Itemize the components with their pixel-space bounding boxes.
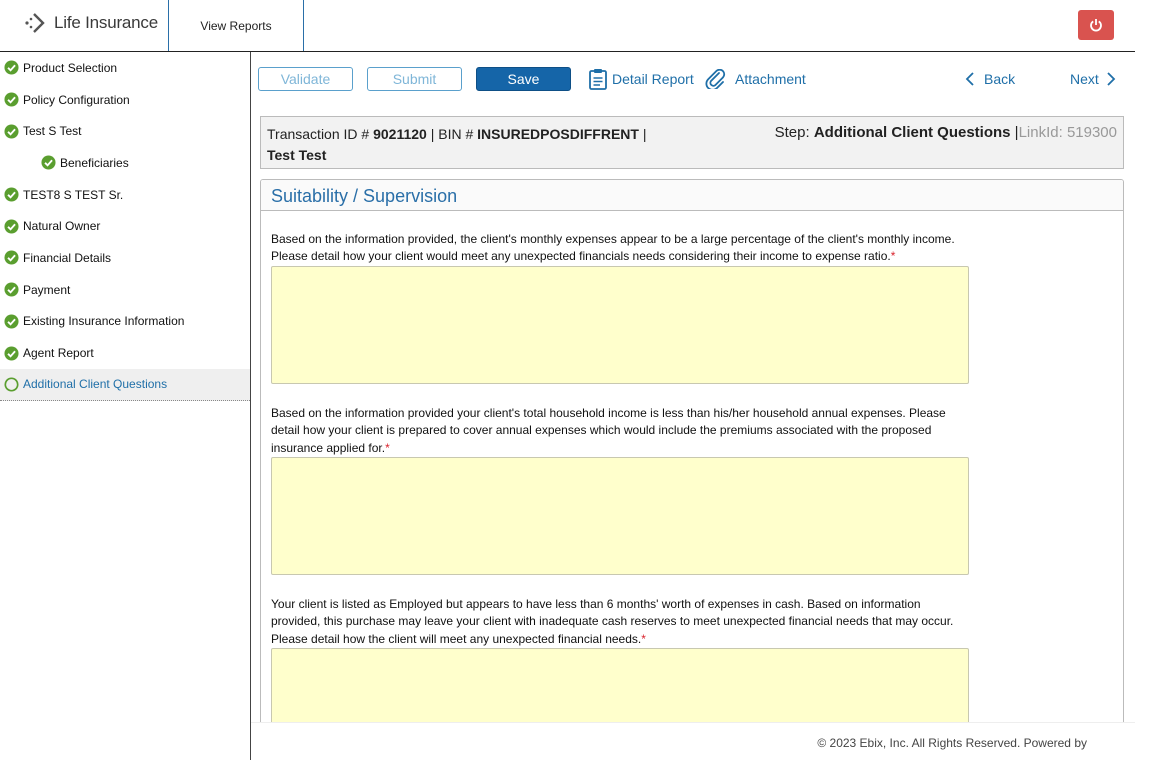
copyright-text: © 2023 Ebix, Inc. All Rights Reserved. P… [817, 736, 1087, 750]
next-button[interactable]: Next [1070, 66, 1121, 92]
check-circle-icon [4, 124, 19, 139]
transaction-id-label: Transaction ID # [267, 126, 370, 142]
sidebar-item-policy-configuration[interactable]: Policy Configuration [0, 84, 250, 116]
view-reports-link[interactable]: View Reports [169, 0, 303, 51]
sidebar-item-beneficiaries[interactable]: Beneficiaries [0, 147, 250, 179]
validate-button[interactable]: Validate [258, 67, 353, 91]
page-footer: © 2023 Ebix, Inc. All Rights Reserved. P… [251, 722, 1135, 760]
check-circle-icon [4, 187, 19, 202]
transaction-details: Transaction ID # 9021120 | BIN # INSURED… [267, 124, 646, 166]
chevron-right-icon [1107, 72, 1116, 86]
required-marker: * [890, 249, 896, 264]
logout-button[interactable] [1078, 10, 1114, 40]
toolbar: Validate Submit Save Detail Report Attac… [251, 52, 1135, 108]
check-circle-icon [4, 314, 19, 329]
sidebar-item-label: Test S Test [23, 124, 82, 139]
question-text: Based on the information provided your c… [271, 405, 971, 457]
link-id: LinkId: 519300 [1018, 124, 1117, 141]
step-info: Step: Additional Client Questions |LinkI… [775, 124, 1117, 141]
step-label: Step: [774, 124, 810, 141]
sidebar-item-label: TEST8 S TEST Sr. [23, 187, 124, 202]
submit-button[interactable]: Submit [367, 67, 462, 91]
sidebar-item-existing-insurance[interactable]: Existing Insurance Information [0, 306, 250, 338]
detail-report-link[interactable]: Detail Report [588, 66, 694, 92]
back-button[interactable]: Back [964, 66, 1015, 92]
sidebar-item-label: Existing Insurance Information [23, 314, 185, 329]
main-content: Validate Submit Save Detail Report Attac… [251, 52, 1135, 739]
sidebar-item-insured[interactable]: Test S Test [0, 115, 250, 147]
check-circle-icon [4, 282, 19, 297]
sidebar-item-label: Product Selection [23, 60, 118, 75]
back-label: Back [984, 71, 1016, 87]
question-label: Based on the information provided your c… [271, 406, 946, 455]
question-label: Your client is listed as Employed but ap… [271, 597, 954, 646]
question-label: Based on the information provided, the c… [271, 232, 955, 264]
sidebar-item-natural-owner[interactable]: Natural Owner [0, 210, 250, 242]
check-circle-icon [4, 219, 19, 234]
app-name: Life Insurance [54, 13, 158, 32]
sidebar-item-financial-details[interactable]: Financial Details [0, 242, 250, 274]
sidebar-item-product-selection[interactable]: Product Selection [0, 52, 250, 84]
required-marker: * [385, 440, 390, 455]
attachment-label: Attachment [735, 71, 806, 87]
sidebar-item-label: Additional Client Questions [23, 377, 168, 392]
suitability-panel: Suitability / Supervision Based on the i… [260, 179, 1124, 739]
transaction-id: 9021120 [373, 126, 427, 142]
question-text: Based on the information provided, the c… [271, 231, 971, 266]
empty-circle-icon [4, 377, 19, 392]
check-circle-icon [4, 346, 19, 361]
detail-report-label: Detail Report [612, 71, 694, 87]
app-header: Life Insurance View Reports [0, 0, 1135, 52]
attachment-link[interactable]: Attachment [705, 66, 806, 92]
sidebar-item-label: Natural Owner [23, 219, 101, 234]
check-circle-icon [4, 60, 19, 75]
bin-value: INSUREDPOSDIFFRENT [477, 126, 639, 142]
step-name: Additional Client Questions [813, 124, 1011, 141]
sidebar-item-label: Payment [23, 282, 71, 297]
sidebar-item-payment[interactable]: Payment [0, 274, 250, 306]
check-circle-icon [41, 155, 56, 170]
save-button[interactable]: Save [476, 67, 571, 91]
logo-chevron-icon [25, 13, 45, 33]
sidebar-item-label: Financial Details [23, 250, 112, 265]
answer-textarea[interactable] [271, 266, 969, 384]
client-name: Test Test [267, 147, 327, 163]
next-label: Next [1070, 71, 1099, 87]
header-divider [303, 0, 304, 51]
check-circle-icon [4, 92, 19, 107]
check-circle-icon [4, 250, 19, 265]
chevron-left-icon [965, 72, 974, 86]
separator: | [642, 126, 647, 142]
power-icon [1090, 19, 1102, 32]
sidebar-item-agent-report[interactable]: Agent Report [0, 337, 250, 369]
sidebar-item-test8[interactable]: TEST8 S TEST Sr. [0, 179, 250, 211]
sidebar-item-label: Policy Configuration [23, 92, 130, 107]
app-logo[interactable]: Life Insurance [24, 10, 158, 36]
required-marker: * [641, 631, 646, 646]
transaction-info-bar: Transaction ID # 9021120 | BIN # INSURED… [260, 116, 1124, 169]
panel-title: Suitability / Supervision [261, 180, 1123, 211]
paperclip-icon [705, 69, 726, 89]
sidebar-nav: Product Selection Policy Configuration T… [0, 52, 251, 760]
sidebar-item-label: Beneficiaries [60, 155, 129, 170]
answer-textarea[interactable] [271, 457, 969, 575]
sidebar-item-additional-client-questions[interactable]: Additional Client Questions [0, 368, 250, 401]
question-text: Your client is listed as Employed but ap… [271, 596, 971, 648]
bin-label: | BIN # [430, 126, 474, 142]
clipboard-icon [589, 69, 607, 90]
sidebar-item-label: Agent Report [23, 346, 94, 361]
